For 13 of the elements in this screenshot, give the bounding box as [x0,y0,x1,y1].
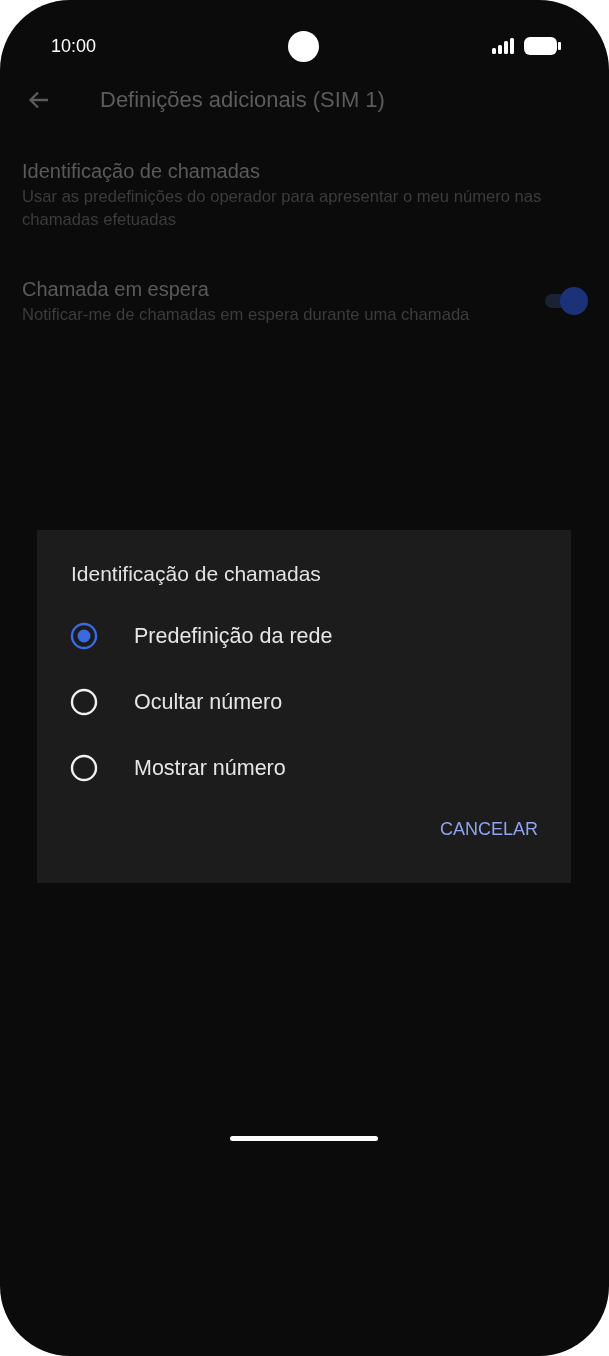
setting-title: Chamada em espera [22,277,210,302]
status-time: 10:00 [51,35,97,57]
screen-title: Definições adicionais (SIM 1) [100,87,385,113]
dialog-title: Identificação de chamadas [71,561,322,587]
radio-option[interactable]: Mostrar número [70,735,538,801]
setting-title: Identificação de chamadas [22,159,261,184]
battery-icon [524,37,561,55]
cancel-button[interactable]: CANCELAR [439,811,538,848]
radio-button[interactable] [70,622,98,650]
signal-icon [492,38,516,54]
radio-option[interactable]: Ocultar número [70,669,538,735]
radio-option[interactable]: Predefinição da rede [70,603,538,669]
camera-cutout [288,31,319,62]
